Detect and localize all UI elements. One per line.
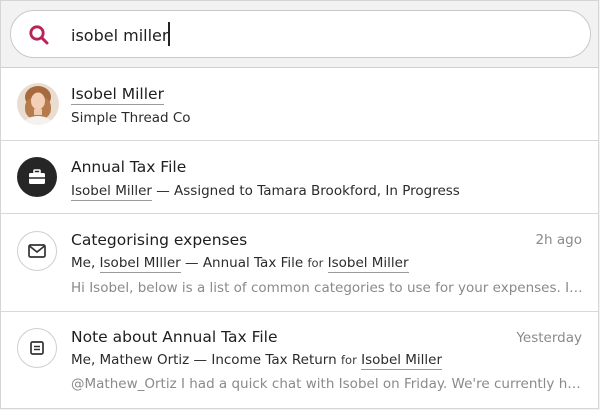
result-subtitle: Me, Mathew Ortiz — Income Tax Return for… [71,352,443,370]
envelope-icon [17,231,57,271]
result-file[interactable]: Annual Tax File Isobel Miller — Assigned… [1,141,598,214]
client-link[interactable]: Isobel Miller [71,183,152,201]
client-link[interactable]: Isobel MIller [99,255,181,273]
timestamp: Yesterday [516,330,582,346]
result-subtitle: Simple Thread Co [71,110,191,126]
result-title[interactable]: Categorising expenses [71,231,247,249]
search-input[interactable] [71,22,551,48]
result-title[interactable]: Isobel Miller [71,85,164,105]
timestamp: 2h ago [535,232,582,248]
search-icon[interactable] [28,24,50,46]
search-box[interactable] [10,10,591,58]
briefcase-icon [17,157,57,197]
text-caret [168,22,170,46]
avatar [17,83,59,125]
client-link[interactable]: Isobel Miller [327,255,409,273]
result-note[interactable]: Note about Annual Tax File Yesterday Me,… [1,312,598,409]
result-subtitle: Me, Isobel MIller — Annual Tax File for … [71,255,409,273]
result-contact[interactable]: Isobel Miller Simple Thread Co [1,68,598,141]
message-preview: Hi Isobel, below is a list of common cat… [71,280,584,296]
client-link[interactable]: Isobel Miller [361,352,443,370]
search-bar-area [1,1,598,68]
result-title[interactable]: Annual Tax File [71,158,186,176]
result-subtitle: Isobel Miller — Assigned to Tamara Brook… [71,183,460,201]
search-results-panel: Isobel Miller Simple Thread Co Annual Ta… [0,0,599,409]
note-icon [17,328,57,368]
result-title[interactable]: Note about Annual Tax File [71,328,278,346]
note-preview: @Mathew_Ortiz I had a quick chat with Is… [71,376,584,392]
result-message[interactable]: Categorising expenses 2h ago Me, Isobel … [1,214,598,312]
